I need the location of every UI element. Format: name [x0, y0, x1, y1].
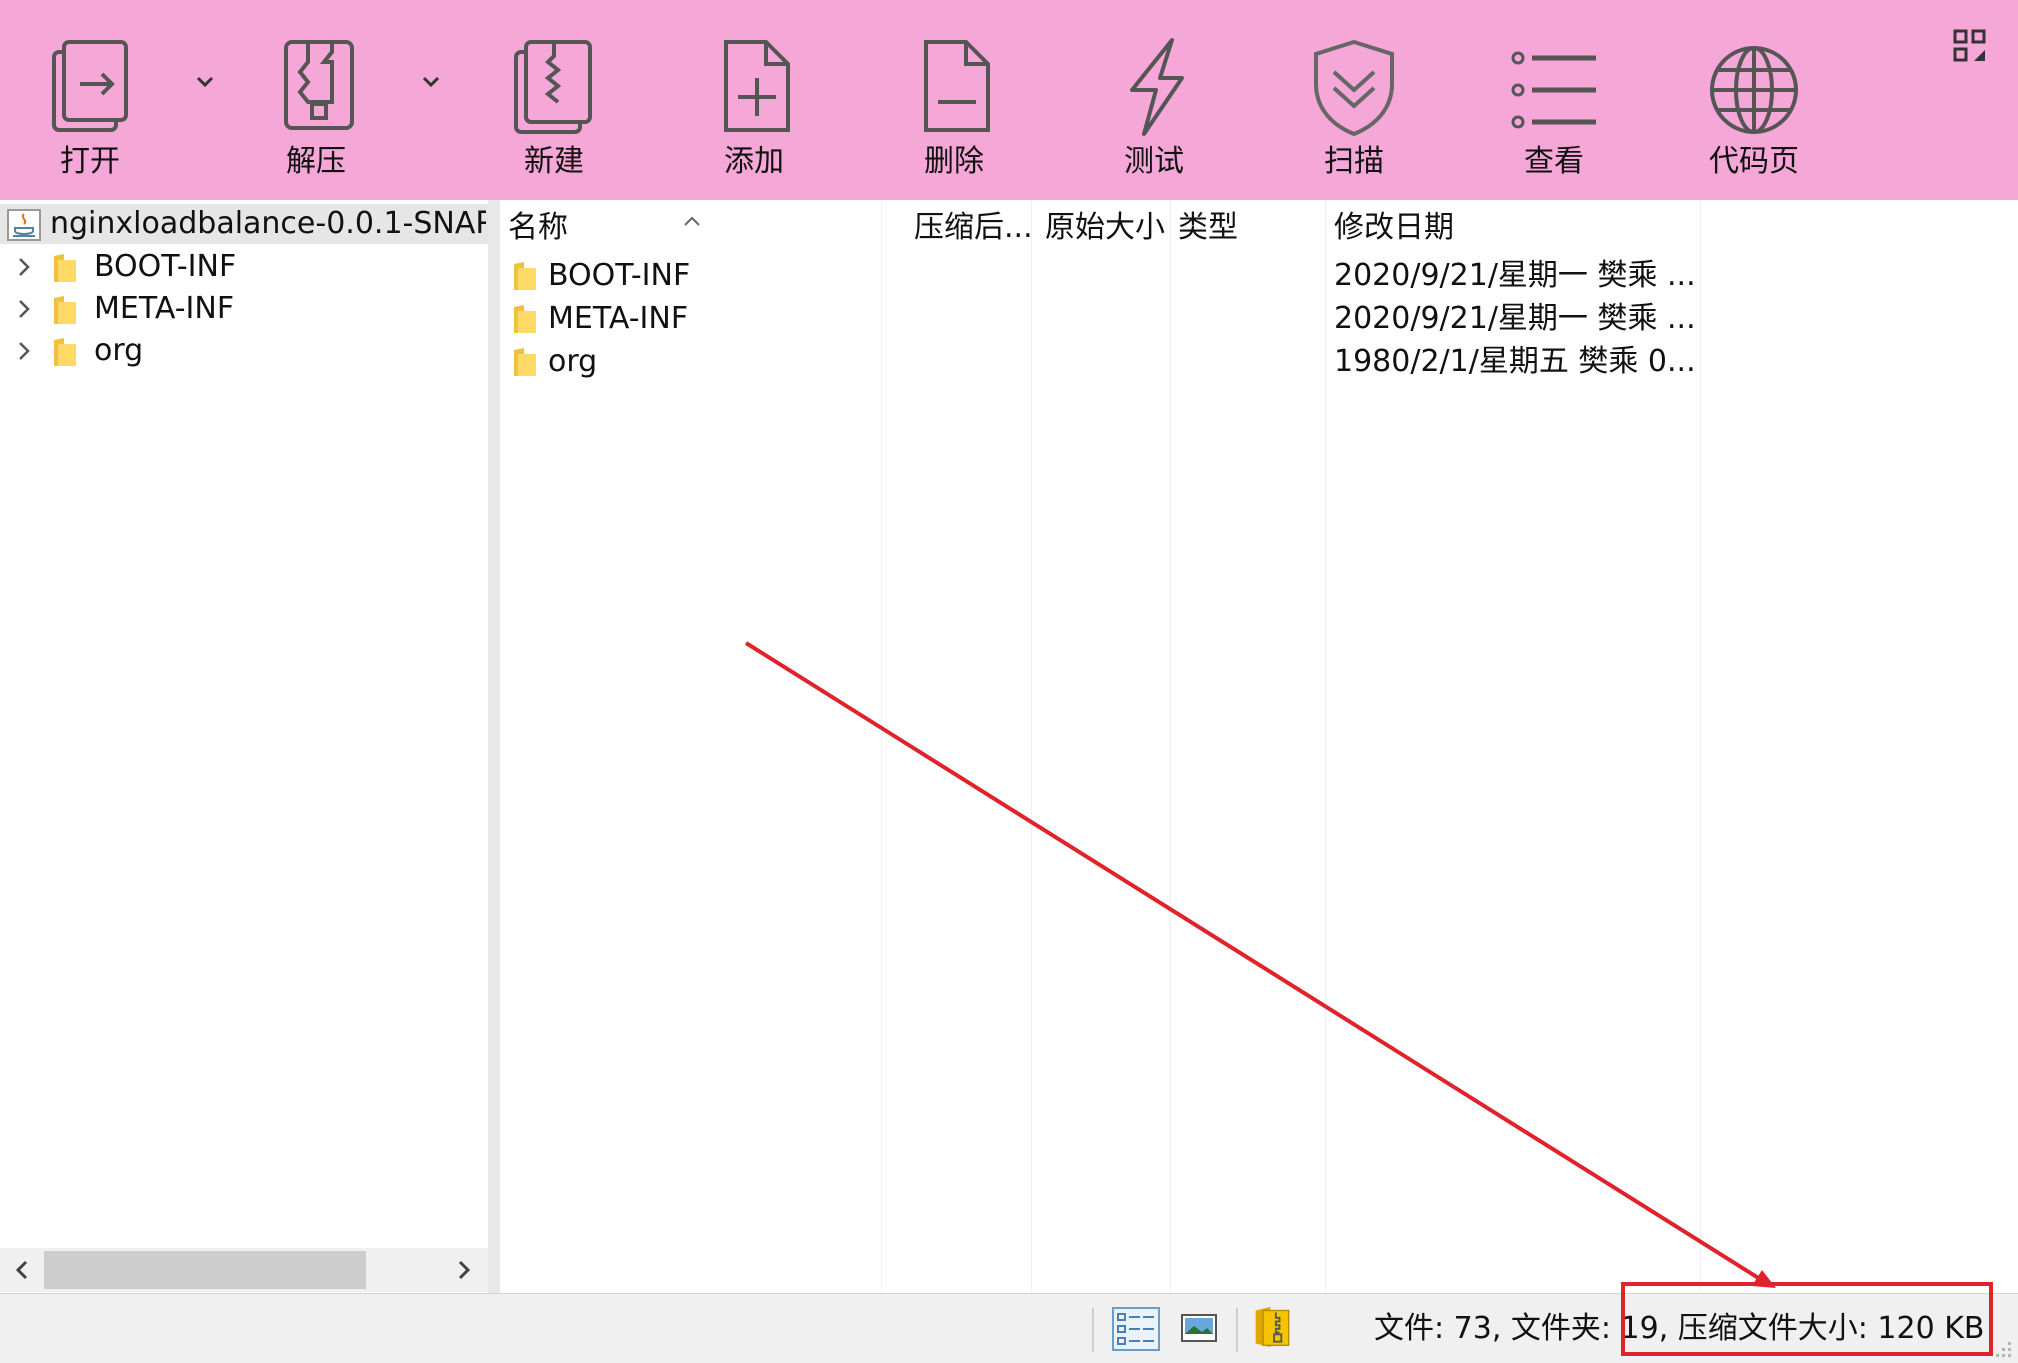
toolbar: 打开 解压 新建 添加 删除 测试 扫描 查看 代码页 [0, 0, 2018, 200]
scrollbar-thumb[interactable] [44, 1251, 366, 1289]
tree-root-archive[interactable]: nginxloadbalance-0.0.1-SNAPSHOT.jar [0, 204, 488, 244]
column-header-name[interactable]: 名称 [508, 206, 868, 250]
view-label: 查看 [1524, 144, 1584, 179]
file-row-org[interactable]: org 1980/2/1/星期五 樊乘 0... [500, 340, 2018, 383]
add-file-icon [724, 40, 790, 132]
pane-splitter[interactable] [488, 200, 500, 1293]
tree-item-label: META-INF [94, 291, 235, 326]
folder-icon [514, 305, 536, 333]
status-separator [1092, 1308, 1094, 1352]
folder-icon [54, 296, 76, 324]
details-view-icon[interactable] [1112, 1307, 1160, 1351]
scroll-right-icon[interactable] [454, 1258, 474, 1282]
expand-chevron-icon[interactable] [14, 297, 34, 321]
open-dropdown-chevron-icon[interactable] [190, 66, 220, 96]
file-name: BOOT-INF [548, 258, 691, 293]
add-label: 添加 [724, 144, 784, 179]
test-label: 测试 [1124, 144, 1184, 179]
codepage-button[interactable]: 代码页 [1674, 22, 1834, 192]
extract-archive-icon [284, 40, 354, 130]
delete-label: 删除 [924, 144, 984, 179]
folder-tree-panel: nginxloadbalance-0.0.1-SNAPSHOT.jar BOOT… [0, 200, 488, 1293]
column-header-original-size[interactable]: 原始大小 [1045, 206, 1169, 250]
view-button[interactable]: 查看 [1474, 22, 1634, 192]
column-header-name-label: 名称 [508, 210, 568, 245]
file-list-panel: 名称 压缩后... 原始大小 类型 修改日期 BOOT-INF 2020/9/2… [500, 200, 2018, 1293]
tree-item-meta-inf[interactable]: META-INF [0, 288, 488, 330]
expand-chevron-icon[interactable] [14, 339, 34, 363]
tree-root-label: nginxloadbalance-0.0.1-SNAPSHOT.jar [50, 206, 486, 241]
folder-icon [54, 338, 76, 366]
status-bar: 文件: 73, 文件夹: 19, 压缩文件大小: 120 KB [0, 1293, 2018, 1363]
folder-icon [514, 262, 536, 290]
globe-codepage-icon [1710, 46, 1798, 134]
test-button[interactable]: 测试 [1074, 22, 1234, 192]
open-label: 打开 [60, 144, 120, 179]
codepage-label: 代码页 [1709, 144, 1799, 179]
new-archive-icon [514, 40, 592, 134]
scan-button[interactable]: 扫描 [1274, 22, 1434, 192]
add-button[interactable]: 添加 [674, 22, 834, 192]
file-modified: 2020/9/21/星期一 樊乘 ... [1334, 301, 1694, 336]
file-modified: 2020/9/21/星期一 樊乘 ... [1334, 258, 1694, 293]
expand-chevron-icon[interactable] [14, 255, 34, 279]
new-button[interactable]: 新建 [474, 22, 634, 192]
status-separator [1236, 1308, 1238, 1352]
shield-scan-icon [1314, 39, 1394, 137]
tree-item-label: BOOT-INF [94, 249, 237, 284]
open-button[interactable]: 打开 [10, 22, 170, 192]
scroll-left-icon[interactable] [12, 1258, 32, 1282]
tree-item-org[interactable]: org [0, 330, 488, 372]
tree-horizontal-scrollbar[interactable] [0, 1248, 488, 1292]
archive-manager-window: 打开 解压 新建 添加 删除 测试 扫描 查看 代码页 nginxloadbal… [0, 0, 2018, 1363]
file-row-boot-inf[interactable]: BOOT-INF 2020/9/21/星期一 樊乘 ... [500, 254, 2018, 297]
delete-file-icon [924, 40, 990, 132]
status-summary: 文件: 73, 文件夹: 19, 压缩文件大小: 120 KB [1374, 1311, 1985, 1346]
scan-label: 扫描 [1324, 144, 1384, 179]
file-name: META-INF [548, 301, 689, 336]
file-row-meta-inf[interactable]: META-INF 2020/9/21/星期一 樊乘 ... [500, 297, 2018, 340]
extract-dropdown-chevron-icon[interactable] [416, 66, 446, 96]
new-label: 新建 [524, 144, 584, 179]
lightning-test-icon [1130, 38, 1184, 136]
layout-toggle-icon[interactable] [1952, 28, 1988, 64]
folder-icon [54, 254, 76, 282]
tree-item-boot-inf[interactable]: BOOT-INF [0, 246, 488, 288]
column-header-modified[interactable]: 修改日期 [1334, 206, 1694, 250]
column-header-type[interactable]: 类型 [1178, 206, 1318, 250]
list-view-icon [1511, 51, 1596, 129]
file-name: org [548, 344, 598, 379]
thumbnail-view-icon[interactable] [1176, 1307, 1224, 1351]
java-jar-icon [7, 209, 41, 241]
sort-ascending-icon [684, 216, 700, 226]
resize-grip-icon[interactable] [1992, 1338, 2014, 1360]
column-header-compressed[interactable]: 压缩后... [914, 206, 1030, 250]
open-file-icon [52, 40, 128, 132]
extract-button[interactable]: 解压 [236, 22, 396, 192]
file-modified: 1980/2/1/星期五 樊乘 0... [1334, 344, 1694, 379]
folder-icon [514, 348, 536, 376]
tree-item-label: org [94, 333, 144, 368]
delete-button[interactable]: 删除 [874, 22, 1034, 192]
archive-info-icon[interactable] [1250, 1305, 1298, 1349]
extract-label: 解压 [286, 144, 346, 179]
